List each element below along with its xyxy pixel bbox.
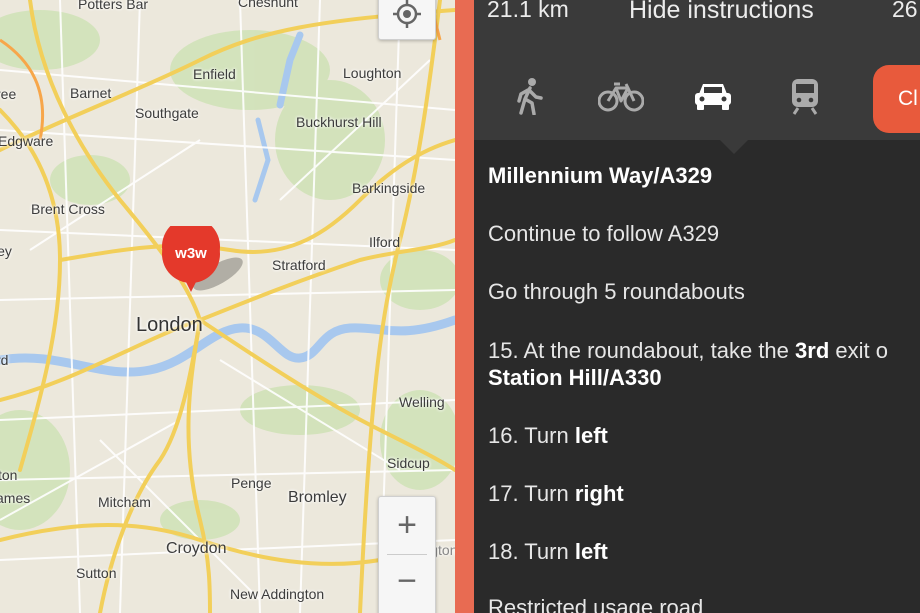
pin-label: w3w — [175, 245, 207, 262]
place-label-london: London — [136, 314, 203, 336]
place-label: Southgate — [135, 105, 199, 121]
place-label: ley — [0, 243, 12, 259]
place-label: Cheshunt — [238, 0, 298, 10]
bicycle-icon — [598, 82, 644, 112]
mode-transit-button[interactable] — [781, 74, 829, 118]
turn-direction: left — [574, 539, 608, 564]
place-label: Mitcham — [98, 494, 151, 510]
instruction-item[interactable]: 16. Turn left — [488, 423, 608, 449]
place-label: Edgware — [0, 133, 54, 149]
route-duration: 26 — [892, 0, 918, 22]
instruction-item-continued: Station Hill/A330 — [488, 365, 662, 391]
zoom-in-button[interactable]: + — [379, 497, 435, 553]
road-name: Millennium Way/A329 — [488, 163, 713, 188]
map-view[interactable]: Potters Bar Cheshunt Enfield Loughton Ba… — [0, 0, 455, 613]
place-label: rd — [0, 352, 9, 368]
mode-cycling-button[interactable] — [597, 74, 645, 118]
instruction-text: 17. Turn — [488, 481, 575, 506]
road-name: Station Hill/A330 — [488, 365, 662, 390]
hide-instructions-button[interactable]: Hide instructions — [629, 0, 814, 25]
panel-divider[interactable] — [455, 0, 474, 613]
instruction-item[interactable]: 18. Turn left — [488, 539, 608, 565]
zoom-out-button[interactable]: − — [379, 553, 435, 609]
place-label: Potters Bar — [78, 0, 149, 12]
mode-driving-button[interactable] — [689, 74, 737, 118]
place-label: Sutton — [76, 565, 117, 581]
my-location-button[interactable] — [378, 0, 436, 40]
zoom-control: + − — [378, 496, 436, 613]
instruction-item[interactable]: Restricted usage road — [488, 595, 703, 613]
instruction-item[interactable]: 17. Turn right — [488, 481, 624, 507]
route-distance: 21.1 km — [487, 0, 569, 22]
place-label: Enfield — [193, 66, 236, 82]
instruction-text: 16. Turn — [488, 423, 575, 448]
train-icon — [792, 79, 818, 115]
map-pin-icon — [162, 226, 243, 292]
exit-number: 3rd — [795, 338, 830, 363]
instruction-item[interactable]: Go through 5 roundabouts — [488, 279, 745, 305]
place-label: ree — [0, 86, 17, 102]
my-location-icon — [393, 0, 421, 28]
directions-panel: 21.1 km Hide instructions 26 Cl Millenni… — [474, 0, 920, 613]
instruction-text: 18. Turn — [488, 539, 575, 564]
close-button[interactable]: Cl — [873, 65, 920, 133]
close-button-label: Cl — [898, 87, 918, 110]
location-pin[interactable]: w3w — [160, 226, 243, 296]
directions-header: 21.1 km Hide instructions 26 Cl — [474, 0, 920, 140]
turn-direction: right — [574, 481, 624, 506]
place-label: Stratford — [272, 257, 326, 273]
turn-direction: left — [574, 423, 608, 448]
instruction-text: exit o — [829, 338, 888, 363]
instruction-text: 15. At the roundabout, take the — [488, 338, 796, 363]
active-mode-pointer — [720, 140, 748, 154]
mode-walking-button[interactable] — [505, 74, 553, 118]
place-label: Barkingside — [352, 180, 426, 196]
place-label: Sidcup — [387, 455, 430, 471]
car-icon — [695, 84, 731, 110]
place-label: Ilford — [369, 234, 401, 250]
instruction-item[interactable]: Millennium Way/A329 — [488, 163, 712, 189]
instruction-item[interactable]: Continue to follow A329 — [488, 221, 719, 247]
place-label: Buckhurst Hill — [296, 114, 382, 130]
place-label: Penge — [231, 475, 272, 491]
place-label: Welling — [399, 394, 445, 410]
walk-icon — [517, 78, 543, 115]
place-label: ames — [0, 490, 31, 506]
place-label: Bromley — [288, 489, 347, 506]
place-label: Loughton — [343, 65, 402, 81]
instruction-item[interactable]: 15. At the roundabout, take the 3rd exit… — [488, 338, 888, 364]
place-label: ton — [0, 467, 18, 483]
place-label: Barnet — [70, 85, 112, 101]
place-label: Croydon — [166, 540, 227, 557]
place-label: Brent Cross — [31, 201, 105, 217]
place-label: New Addington — [230, 586, 325, 602]
